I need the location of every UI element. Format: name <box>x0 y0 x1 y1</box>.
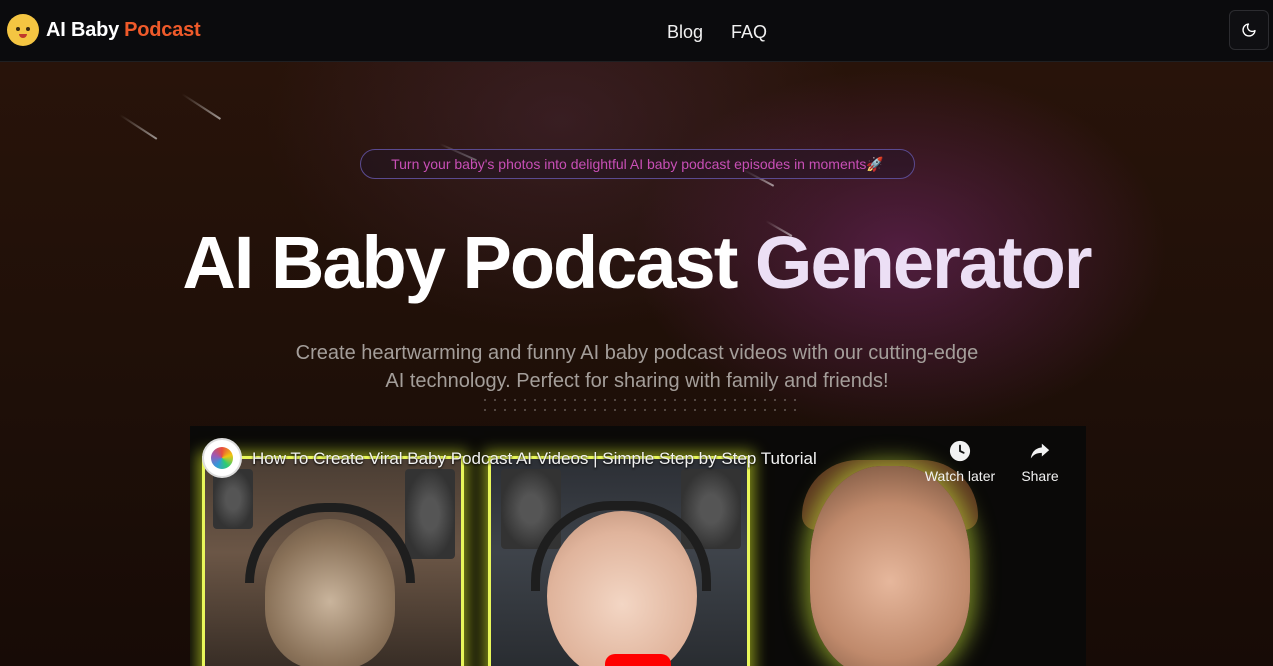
watch-later-label: Watch later <box>924 468 996 484</box>
play-button-icon[interactable] <box>605 654 671 666</box>
headphones-image <box>245 503 415 583</box>
hero-subtitle: Create heartwarming and funny AI baby po… <box>295 342 979 392</box>
main-nav: Blog FAQ <box>667 22 767 43</box>
moon-icon <box>1242 23 1256 37</box>
share-button[interactable]: Share <box>1000 438 1080 484</box>
nav-link-faq[interactable]: FAQ <box>731 22 767 43</box>
nav-link-blog[interactable]: Blog <box>667 22 703 43</box>
announcement-pill: Turn your baby's photos into delightful … <box>360 149 915 179</box>
page-title: AI Baby Podcast Generator <box>0 220 1273 305</box>
baby-face-icon <box>7 14 39 46</box>
acoustic-foam <box>213 469 253 529</box>
title-main: AI Baby Podcast <box>182 221 738 304</box>
title-highlight: Generator <box>754 221 1093 304</box>
channel-logo-icon <box>211 447 233 469</box>
site-logo[interactable]: AI Baby Podcast <box>7 14 201 46</box>
watch-later-button[interactable]: Watch later <box>920 438 1000 484</box>
announcement-text: Turn your baby's photos into delightful … <box>391 155 884 172</box>
logo-text-accent: Podcast <box>124 18 201 41</box>
share-arrow-icon <box>1030 443 1050 459</box>
logo-text: AI Baby Podcast <box>46 18 201 42</box>
top-navbar: AI Baby Podcast Blog FAQ <box>0 0 1273 62</box>
video-title[interactable]: How To Create Viral Baby Podcast AI Vide… <box>252 449 817 469</box>
dot-grid-decoration <box>480 395 800 417</box>
thumbnail-cat-panel <box>202 456 464 666</box>
acoustic-foam <box>405 469 455 559</box>
channel-avatar[interactable] <box>202 438 242 478</box>
logo-text-primary: AI Baby <box>46 18 120 41</box>
youtube-video-embed[interactable]: How To Create Viral Baby Podcast AI Vide… <box>190 426 1086 666</box>
thumbnail-baby-panel <box>488 456 750 666</box>
theme-toggle-button[interactable] <box>1229 10 1269 50</box>
presenter-image <box>810 466 970 666</box>
share-label: Share <box>1021 468 1059 484</box>
clock-icon <box>949 440 971 462</box>
